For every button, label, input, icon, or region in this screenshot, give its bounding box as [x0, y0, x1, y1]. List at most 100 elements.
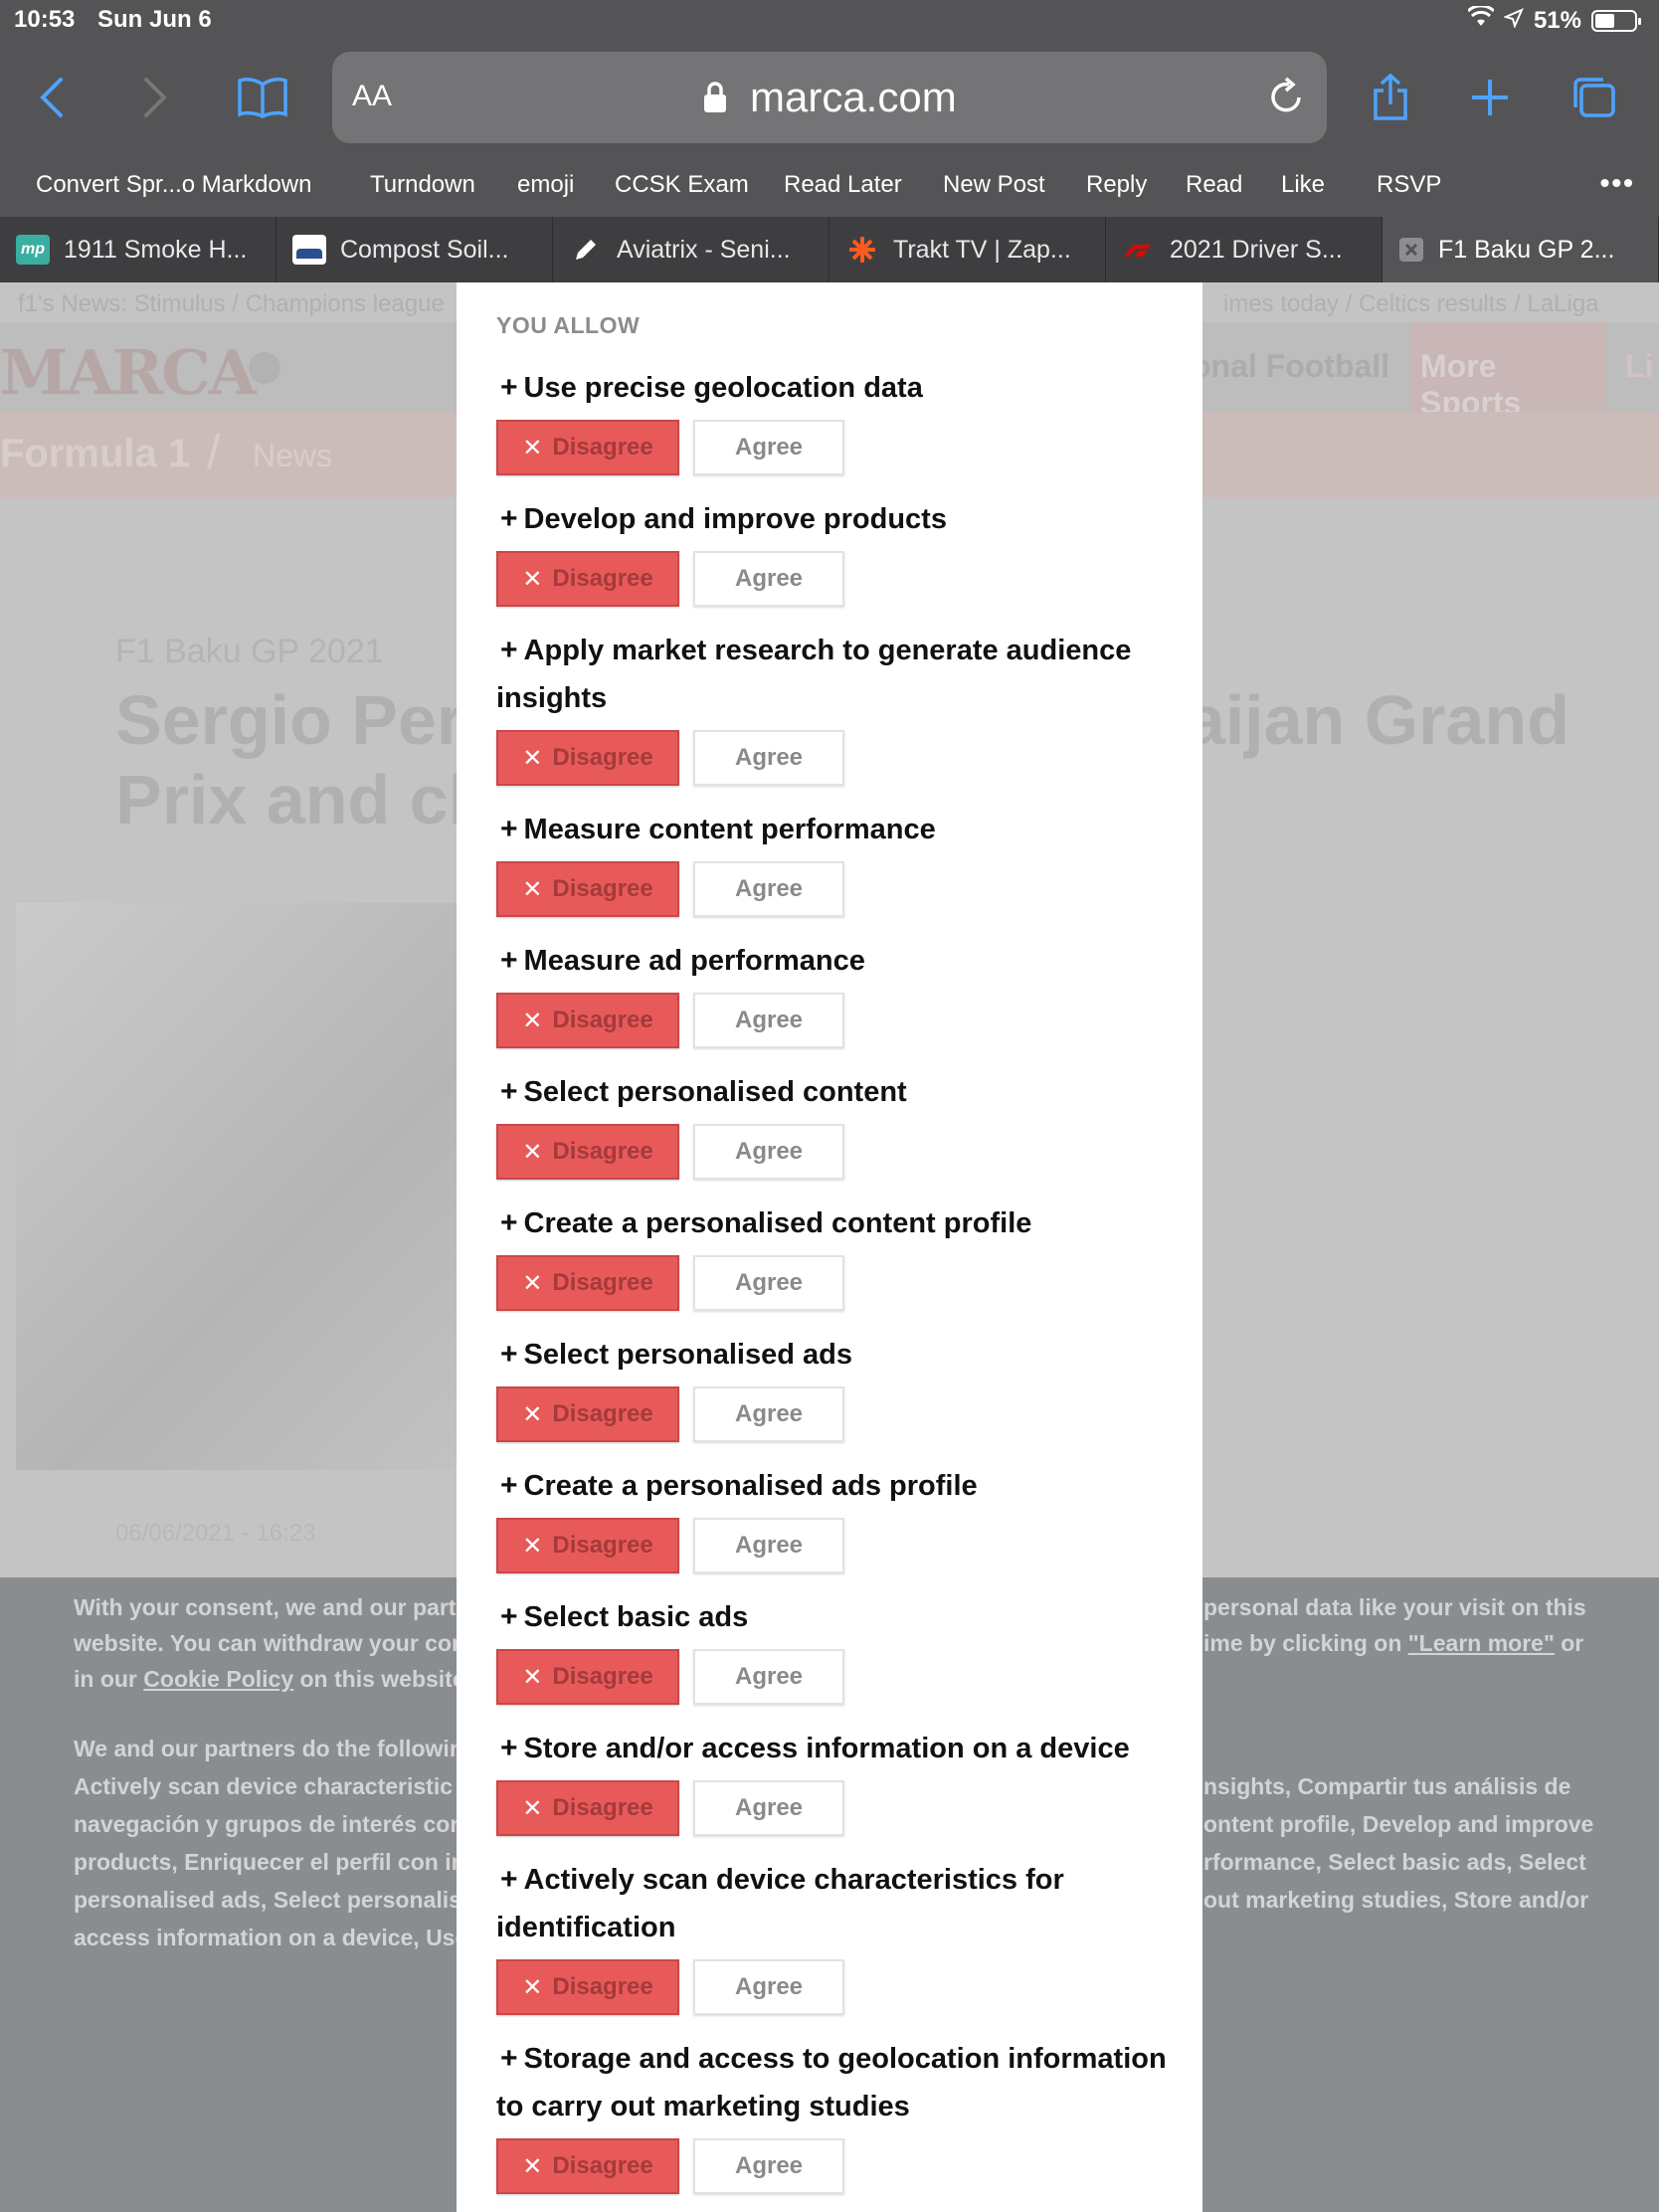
reload-button[interactable] — [1269, 76, 1305, 125]
expand-plus-icon[interactable]: + — [500, 2042, 518, 2075]
more-bookmarks-icon[interactable]: ••• — [1600, 167, 1635, 199]
purpose-title[interactable]: + Actively scan device characteristics fo… — [496, 1856, 1173, 1951]
purpose-title[interactable]: + Measure content performance — [496, 806, 1173, 853]
purpose-title[interactable]: + Create a personalised content profile — [496, 1199, 1173, 1247]
close-x-icon: ✕ — [522, 2152, 543, 2180]
disagree-label: Disagree — [552, 1663, 653, 1690]
agree-button[interactable]: Agree — [693, 730, 844, 786]
purpose-title[interactable]: + Create a personalised ads profile — [496, 1462, 1173, 1510]
browser-tab[interactable]: Aviatrix - Seni... — [553, 217, 830, 282]
purpose-title[interactable]: + Select basic ads — [496, 1593, 1173, 1641]
agree-button[interactable]: Agree — [693, 1780, 844, 1836]
purpose-row: + Select personalised ads ✕ Disagree Agree — [496, 1331, 1173, 1442]
agree-label: Agree — [734, 875, 804, 902]
expand-plus-icon[interactable]: + — [500, 1732, 518, 1764]
close-tab-icon[interactable] — [1398, 237, 1424, 263]
purpose-row: + Create a personalised ads profile ✕ Disag… — [496, 1462, 1173, 1573]
url-display[interactable]: marca.com — [332, 74, 1327, 121]
purpose-title-text: Use precise geolocation data — [523, 372, 923, 404]
purpose-title[interactable]: + Develop and improve products — [496, 495, 1173, 543]
cookie-text: navegación y grupos de interés con — [74, 1811, 464, 1837]
agree-button[interactable]: Agree — [693, 551, 844, 607]
disagree-button[interactable]: ✕ Disagree — [496, 1124, 679, 1180]
nav-live: Li — [1625, 348, 1654, 384]
wifi-icon — [1466, 4, 1495, 35]
browser-tab[interactable]: Compost Soil... — [276, 217, 553, 282]
article-headline-right: baijan Grand — [1144, 681, 1569, 759]
bookmark-item[interactable]: CCSK Exam — [615, 171, 749, 199]
bookmark-item[interactable]: Read — [1186, 171, 1242, 199]
cookie-text: in our — [74, 1666, 144, 1692]
bookmark-item[interactable]: Turndown — [370, 171, 475, 199]
purpose-title[interactable]: + Select personalised ads — [496, 1331, 1173, 1379]
expand-plus-icon[interactable]: + — [500, 1075, 518, 1108]
forward-button[interactable] — [127, 70, 183, 125]
agree-label: Agree — [734, 1007, 804, 1033]
agree-button[interactable]: Agree — [693, 993, 844, 1048]
bookmark-item[interactable]: Read Later — [784, 171, 902, 199]
browser-tab[interactable]: Trakt TV | Zap... — [830, 217, 1106, 282]
expand-plus-icon[interactable]: + — [500, 634, 518, 666]
agree-button[interactable]: Agree — [693, 1518, 844, 1573]
purpose-title[interactable]: + Use precise geolocation data — [496, 364, 1173, 412]
tab-overview-button[interactable] — [1566, 70, 1621, 125]
disagree-button[interactable]: ✕ Disagree — [496, 1649, 679, 1705]
disagree-button[interactable]: ✕ Disagree — [496, 551, 679, 607]
expand-plus-icon[interactable]: + — [500, 502, 518, 535]
agree-button[interactable]: Agree — [693, 2138, 844, 2194]
purpose-title[interactable]: + Select personalised content — [496, 1068, 1173, 1116]
purpose-title[interactable]: + Measure ad performance — [496, 937, 1173, 985]
new-tab-button[interactable] — [1462, 70, 1518, 125]
tabs-icon — [1573, 78, 1615, 117]
expand-plus-icon[interactable]: + — [500, 1600, 518, 1633]
disagree-button[interactable]: ✕ Disagree — [496, 861, 679, 917]
share-button[interactable] — [1363, 70, 1418, 125]
purpose-title[interactable]: + Apply market research to generate audie… — [496, 627, 1173, 722]
agree-button[interactable]: Agree — [693, 1959, 844, 2015]
address-bar[interactable]: AA marca.com — [332, 52, 1327, 143]
bookmark-item[interactable]: New Post — [943, 171, 1045, 199]
disagree-button[interactable]: ✕ Disagree — [496, 1780, 679, 1836]
expand-plus-icon[interactable]: + — [500, 1469, 518, 1502]
agree-button[interactable]: Agree — [693, 1124, 844, 1180]
url-text: marca.com — [749, 74, 957, 120]
disagree-label: Disagree — [552, 1269, 653, 1296]
disagree-button[interactable]: ✕ Disagree — [496, 993, 679, 1048]
marca-logo: MARCA — [0, 336, 257, 409]
browser-tab-active[interactable]: F1 Baku GP 2... — [1382, 217, 1659, 282]
back-button[interactable] — [24, 70, 80, 125]
disagree-button[interactable]: ✕ Disagree — [496, 2138, 679, 2194]
agree-button[interactable]: Agree — [693, 1649, 844, 1705]
bookmark-item[interactable]: emoji — [517, 171, 574, 199]
cookie-policy-link[interactable]: Cookie Policy — [143, 1666, 293, 1692]
disagree-button[interactable]: ✕ Disagree — [496, 730, 679, 786]
browser-tab[interactable]: mp 1911 Smoke H... — [0, 217, 276, 282]
disagree-button[interactable]: ✕ Disagree — [496, 1386, 679, 1442]
bookmark-item[interactable]: Convert Spr...o Markdown — [36, 171, 311, 199]
bookmarks-button[interactable] — [235, 70, 290, 125]
bookmark-item[interactable]: RSVP — [1377, 171, 1441, 199]
disagree-button[interactable]: ✕ Disagree — [496, 1959, 679, 2015]
expand-plus-icon[interactable]: + — [500, 813, 518, 845]
expand-plus-icon[interactable]: + — [500, 1863, 518, 1896]
purpose-title[interactable]: + Storage and access to geolocation infor… — [496, 2035, 1173, 2130]
agree-button[interactable]: Agree — [693, 861, 844, 917]
expand-plus-icon[interactable]: + — [500, 944, 518, 977]
disagree-button[interactable]: ✕ Disagree — [496, 1518, 679, 1573]
tab-favicon-image — [292, 235, 326, 265]
bookmark-item[interactable]: Like — [1281, 171, 1325, 199]
disagree-button[interactable]: ✕ Disagree — [496, 1255, 679, 1311]
agree-button[interactable]: Agree — [693, 420, 844, 475]
expand-plus-icon[interactable]: + — [500, 371, 518, 404]
browser-tab[interactable]: 2021 Driver S... — [1106, 217, 1382, 282]
bookmark-item[interactable]: Reply — [1086, 171, 1147, 199]
agree-button[interactable]: Agree — [693, 1386, 844, 1442]
expand-plus-icon[interactable]: + — [500, 1206, 518, 1239]
disagree-label: Disagree — [552, 1138, 653, 1165]
learn-more-link[interactable]: "Learn more" — [1408, 1630, 1555, 1656]
agree-button[interactable]: Agree — [693, 1255, 844, 1311]
disagree-button[interactable]: ✕ Disagree — [496, 420, 679, 475]
purpose-buttons: ✕ Disagree Agree — [496, 1386, 1173, 1442]
expand-plus-icon[interactable]: + — [500, 1338, 518, 1371]
purpose-title[interactable]: + Store and/or access information on a de… — [496, 1725, 1173, 1772]
